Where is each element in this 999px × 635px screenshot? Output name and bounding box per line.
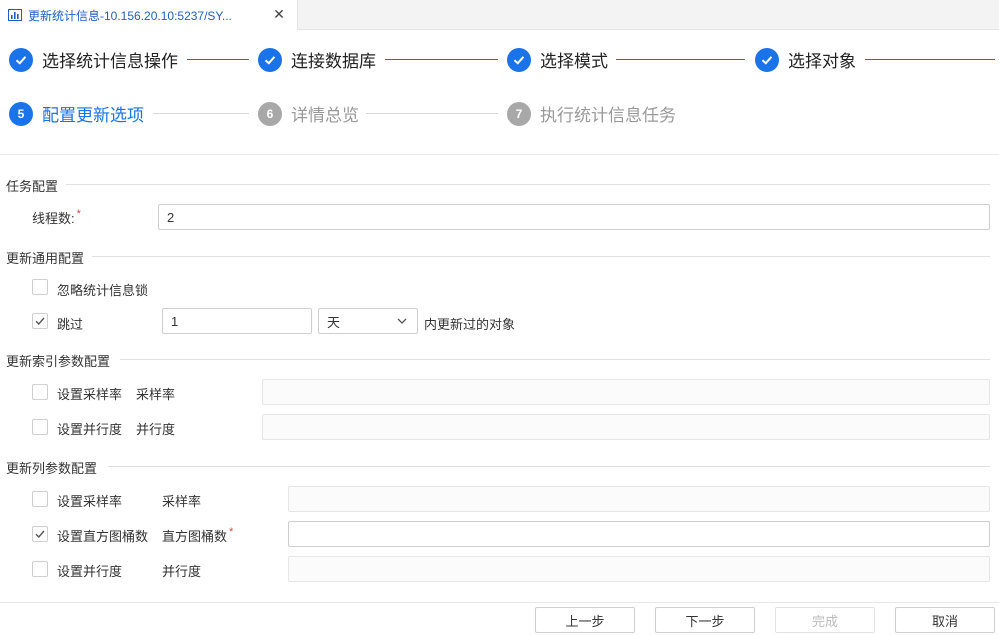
section-divider: [66, 184, 990, 185]
column-sample-checkbox[interactable]: [32, 491, 48, 507]
step-number: 5: [9, 101, 33, 126]
step-label: 选择模式: [540, 52, 608, 71]
step-label: 执行统计信息任务: [540, 106, 676, 125]
section-title-general: 更新通用配置: [6, 251, 85, 266]
prev-button[interactable]: 上一步: [535, 607, 635, 633]
index-sample-checkbox[interactable]: [32, 384, 48, 400]
step-select-objects: 选择对象: [755, 47, 856, 72]
column-histogram-input[interactable]: [288, 521, 990, 547]
check-icon: [755, 47, 779, 72]
section-title-task: 任务配置: [6, 179, 59, 194]
step-execute-task: 7 执行统计信息任务: [507, 101, 676, 126]
index-parallel-field-label: 并行度: [136, 422, 176, 437]
column-sample-checkbox-label: 设置采样率: [57, 494, 123, 509]
step-label: 配置更新选项: [42, 106, 144, 125]
step-label: 详情总览: [291, 106, 359, 125]
skip-unit-select[interactable]: 天: [318, 308, 418, 334]
step-connector: [153, 113, 249, 114]
skip-value-input[interactable]: 1: [162, 308, 312, 334]
section-title-column: 更新列参数配置: [6, 461, 98, 476]
ignore-lock-label: 忽略统计信息锁: [57, 283, 149, 298]
index-sample-input[interactable]: [262, 379, 990, 405]
index-sample-checkbox-label: 设置采样率: [57, 387, 123, 402]
column-sample-field-label: 采样率: [162, 494, 202, 509]
step-select-schema: 选择模式: [507, 47, 608, 72]
index-sample-field-label: 采样率: [136, 387, 176, 402]
column-sample-input[interactable]: [288, 486, 990, 512]
checkmark-icon: [35, 317, 45, 326]
finish-button[interactable]: 完成: [775, 607, 875, 633]
threads-label: 线程数: *: [32, 208, 81, 226]
step-connector: [865, 59, 995, 60]
column-histogram-checkbox[interactable]: [32, 526, 48, 542]
threads-input[interactable]: 2: [158, 204, 990, 230]
step-configure-options: 5 配置更新选项: [9, 101, 144, 126]
step-label: 连接数据库: [291, 52, 376, 71]
step-connector: [366, 113, 498, 114]
skip-unit-value: 天: [327, 314, 341, 330]
divider: [0, 154, 999, 155]
section-divider: [92, 256, 990, 257]
skip-label: 跳过: [57, 317, 84, 332]
section-divider: [108, 466, 990, 467]
close-icon[interactable]: ✕: [272, 7, 286, 21]
section-title-index: 更新索引参数配置: [6, 354, 111, 369]
step-label: 选择对象: [788, 52, 856, 71]
step-number: 7: [507, 101, 531, 126]
column-histogram-checkbox-label: 设置直方图桶数: [57, 529, 149, 544]
checkmark-icon: [35, 530, 45, 539]
step-connector: [187, 59, 249, 60]
index-parallel-checkbox[interactable]: [32, 419, 48, 435]
column-parallel-input[interactable]: [288, 556, 990, 582]
tab-title: 更新统计信息-10.156.20.10:5237/SY...: [28, 8, 232, 23]
column-parallel-checkbox-label: 设置并行度: [57, 564, 123, 579]
check-icon: [258, 47, 282, 72]
section-divider: [120, 359, 990, 360]
column-parallel-field-label: 并行度: [162, 564, 202, 579]
index-parallel-checkbox-label: 设置并行度: [57, 422, 123, 437]
chevron-down-icon: [397, 318, 407, 324]
check-icon: [507, 47, 531, 72]
next-button[interactable]: 下一步: [655, 607, 755, 633]
column-histogram-field-label: 直方图桶数 *: [162, 526, 234, 544]
step-connect-database: 连接数据库: [258, 47, 376, 72]
step-number: 6: [258, 101, 282, 126]
step-label: 选择统计信息操作: [42, 52, 178, 71]
tab-bar: 更新统计信息-10.156.20.10:5237/SY... ✕: [0, 0, 999, 30]
cancel-button[interactable]: 取消: [895, 607, 995, 633]
skip-checkbox[interactable]: [32, 313, 48, 329]
index-parallel-input[interactable]: [262, 414, 990, 440]
column-parallel-checkbox[interactable]: [32, 561, 48, 577]
footer-divider: [0, 602, 999, 603]
step-connector: [616, 59, 745, 60]
ignore-lock-checkbox[interactable]: [32, 279, 48, 295]
bar-chart-icon: [8, 9, 22, 21]
skip-suffix: 内更新过的对象: [424, 317, 516, 332]
step-overview: 6 详情总览: [258, 101, 359, 126]
step-connector: [385, 59, 498, 60]
tab-update-statistics[interactable]: 更新统计信息-10.156.20.10:5237/SY... ✕: [0, 0, 298, 30]
step-select-operation: 选择统计信息操作: [9, 47, 178, 72]
check-icon: [9, 47, 33, 72]
